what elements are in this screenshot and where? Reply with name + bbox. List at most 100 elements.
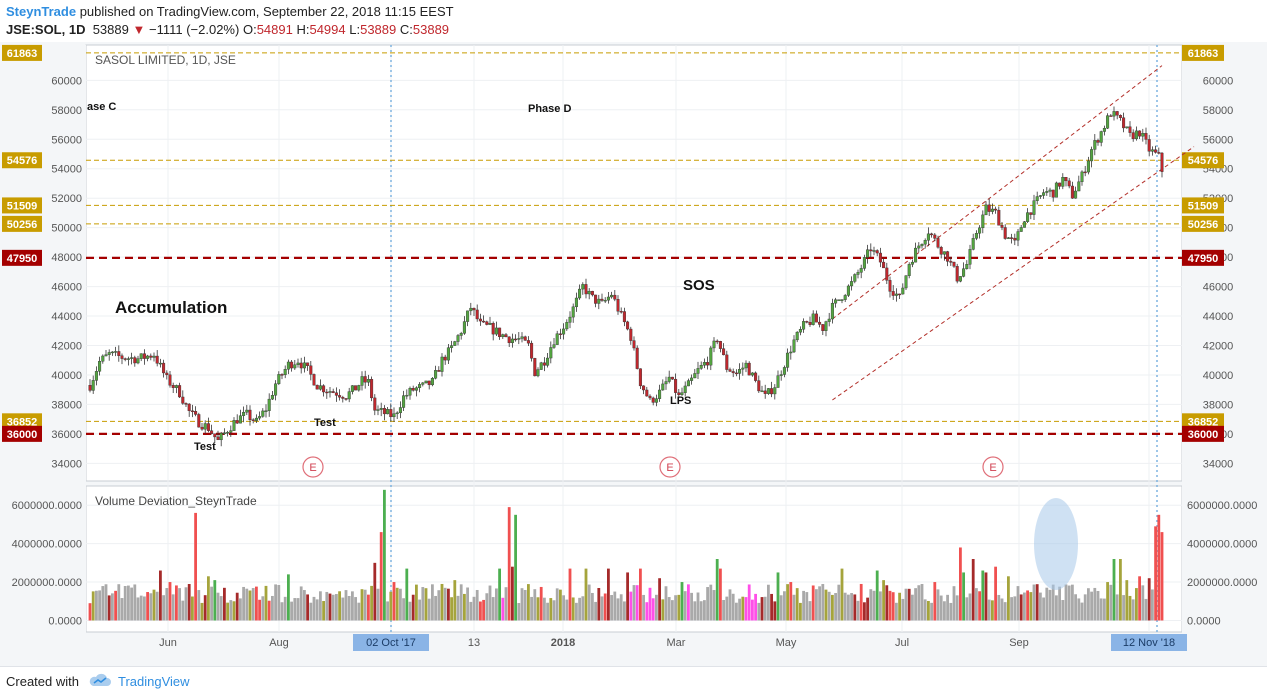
candle-body <box>936 238 940 248</box>
volume-bar <box>581 596 585 621</box>
candle-body <box>590 290 594 296</box>
candle-body <box>1131 132 1135 140</box>
candle-body <box>546 357 550 366</box>
chart-svg[interactable]: 34000 36000 38000 40000 42000 44000 46000 48000… <box>0 40 1267 665</box>
price-tick-label: 60000 <box>1203 75 1234 87</box>
volume-bar <box>571 597 575 621</box>
volume-bar <box>594 601 597 621</box>
volume-bar <box>661 599 665 621</box>
candle-body <box>984 204 988 216</box>
phase-d-label: Phase D <box>528 103 571 115</box>
candle-body <box>251 419 255 421</box>
volume-bar <box>1029 592 1033 621</box>
volume-bar <box>386 601 389 621</box>
volume-bar <box>562 595 565 621</box>
candle-body <box>261 410 265 417</box>
candle-body <box>363 376 367 383</box>
chart-area[interactable]: 34000 36000 38000 40000 42000 44000 46000 48000… <box>0 40 1267 665</box>
volume-bar <box>1131 599 1135 621</box>
volume-bar <box>395 587 399 621</box>
volume-bar <box>987 599 991 621</box>
candle-body <box>350 385 354 392</box>
candle-body <box>424 380 428 384</box>
price-tick-label: 34000 <box>1203 458 1234 470</box>
volume-bar <box>91 591 95 621</box>
price-tick-label-left: 52000 <box>51 193 82 205</box>
volume-bar <box>383 489 386 621</box>
volume-bar <box>869 589 873 621</box>
volume-bar <box>344 590 348 621</box>
x-axis-label: Jun <box>159 637 177 649</box>
candle-body <box>91 380 95 391</box>
price-tick-label: 38000 <box>1203 399 1234 411</box>
candle-body <box>258 416 262 419</box>
volume-bar <box>703 600 706 621</box>
volume-bar <box>123 586 127 621</box>
candle-body <box>152 355 156 358</box>
candle-body <box>504 334 508 338</box>
candle-body <box>488 322 492 325</box>
test-label: Test <box>314 417 336 429</box>
volume-bar <box>632 585 636 621</box>
volume-bar <box>312 596 316 621</box>
event-marker-label: E <box>666 462 673 474</box>
volume-bar <box>504 587 508 621</box>
candle-body <box>683 385 687 393</box>
candle-body <box>773 387 777 395</box>
volume-bar <box>415 584 418 621</box>
candle-body <box>558 333 562 335</box>
volume-bar <box>507 507 511 621</box>
candle-body <box>334 392 338 396</box>
candle-body <box>245 409 249 413</box>
volume-bar <box>895 602 898 621</box>
author-link[interactable]: SteynTrade <box>6 4 76 19</box>
candle-body <box>162 362 166 374</box>
candle-body <box>482 320 486 323</box>
open-value: 54891 <box>256 22 293 37</box>
volume-bar <box>709 584 713 621</box>
volume-bar <box>255 586 258 621</box>
candle-body <box>290 361 294 369</box>
volume-bar <box>360 589 364 621</box>
volume-bar <box>655 594 658 621</box>
volume-bar <box>1019 594 1023 621</box>
tradingview-link[interactable]: TradingView <box>118 674 190 689</box>
candle-body <box>88 385 92 391</box>
volume-bar <box>459 584 463 621</box>
volume-tick-label-left: 2000000.0000 <box>12 577 82 589</box>
volume-bar <box>943 601 946 621</box>
candle-body <box>453 341 457 346</box>
candle-body <box>1083 171 1087 174</box>
candle-body <box>741 367 745 370</box>
candle-body <box>808 322 812 325</box>
volume-bar <box>120 598 124 621</box>
candle-body <box>184 403 188 405</box>
volume-bar <box>991 600 994 621</box>
volume-bar <box>959 547 962 621</box>
volume-bar <box>335 594 338 621</box>
volume-bar <box>859 583 863 621</box>
candle-body <box>318 385 322 390</box>
candle-body <box>894 293 898 296</box>
price-tick-label-left: 38000 <box>51 399 82 411</box>
volume-bar <box>1093 587 1097 621</box>
volume-bar <box>1151 589 1154 621</box>
volume-bar <box>251 588 255 621</box>
volume-bar <box>831 594 834 621</box>
candle-body <box>725 354 729 370</box>
volume-bar <box>408 601 412 621</box>
candle-body <box>485 321 489 325</box>
volume-bar <box>965 597 969 621</box>
volume-bar <box>139 595 143 621</box>
volume-bar <box>367 594 370 621</box>
candle-body <box>840 299 844 301</box>
symbol-label[interactable]: JSE:SOL, 1D <box>6 22 85 37</box>
volume-bar <box>261 596 265 621</box>
volume-bar <box>587 584 591 621</box>
volume-bar <box>971 559 975 621</box>
volume-bar <box>751 599 754 621</box>
volume-bar <box>936 589 940 621</box>
candle-body <box>699 365 703 369</box>
candle-body <box>1000 225 1004 228</box>
price-tick-label-left: 50000 <box>51 223 82 235</box>
